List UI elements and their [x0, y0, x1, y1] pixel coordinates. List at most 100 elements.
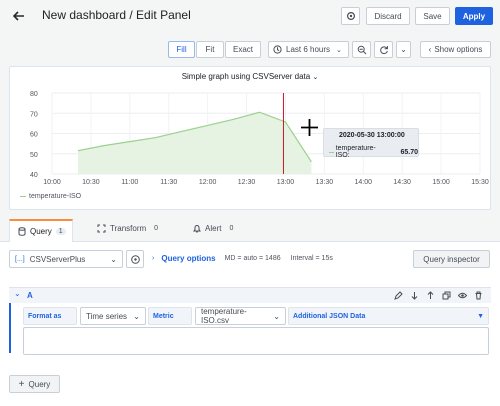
graph-tooltip: 2020-05-30 13:00:00 temperature-ISO: 65.…	[323, 128, 419, 159]
chevron-down-icon: ⌄	[133, 311, 140, 321]
chevron-right-icon: ›	[152, 255, 155, 262]
move-down-icon[interactable]	[410, 291, 419, 300]
metric-select[interactable]: temperature-ISO.csv ⌄	[195, 307, 286, 325]
chevron-down-icon: ⌄	[273, 311, 280, 321]
metric-label: Metric	[148, 307, 192, 325]
tab-alert[interactable]: Alert 0	[193, 224, 233, 233]
x-tick-label: 13:30	[316, 179, 334, 186]
metric-value: temperature-ISO.csv	[201, 307, 247, 325]
additional-json-label[interactable]: Additional JSON Data ▼	[288, 307, 489, 325]
tabs-bar	[0, 218, 500, 242]
chevron-down-icon: ⌄	[110, 254, 117, 264]
time-range-picker[interactable]: Last 6 hours ⌄	[268, 41, 349, 58]
plus-icon: +	[18, 378, 25, 390]
x-tick-label: 12:00	[199, 179, 217, 186]
save-button[interactable]: Save	[415, 7, 450, 25]
discard-button[interactable]: Discard	[366, 7, 410, 25]
query-row-header[interactable]: ⌄ A	[9, 287, 491, 303]
refresh-icon	[379, 45, 388, 54]
chevron-down-icon: ⌄	[336, 46, 342, 54]
query-ref-label: A	[27, 291, 33, 300]
x-tick-label: 15:30	[471, 179, 489, 186]
refresh-interval-dropdown[interactable]: ⌄	[396, 41, 411, 58]
tab-query[interactable]: Query 1	[9, 219, 73, 242]
zoom-out-button[interactable]	[352, 41, 371, 58]
clock-icon	[273, 45, 282, 54]
database-icon	[18, 227, 26, 236]
panel-title[interactable]: Simple graph using CSVServer data ⌄	[9, 72, 491, 81]
x-tick-label: 14:00	[355, 179, 373, 186]
legend-label: temperature-ISO	[29, 193, 82, 200]
format-as-select[interactable]: Time series ⌄	[80, 307, 146, 325]
json-data-textarea[interactable]	[23, 327, 489, 355]
tab-transform[interactable]: Transform 0	[97, 224, 158, 233]
exact-button[interactable]: Exact	[225, 41, 261, 58]
gear-icon	[346, 11, 355, 21]
caret-down-icon: ▼	[477, 312, 484, 320]
crosshair-cursor-icon	[300, 118, 319, 137]
query-row-actions	[394, 291, 483, 300]
fit-button[interactable]: Fit	[196, 41, 224, 58]
page-title: New dashboard / Edit Panel	[42, 8, 191, 22]
x-tick-label: 10:00	[43, 179, 61, 186]
show-options-label: Show options	[434, 45, 483, 54]
back-arrow-icon[interactable]	[12, 9, 26, 23]
chevron-down-icon: ⌄	[400, 45, 407, 54]
datasource-label: CSVServerPlus	[29, 254, 86, 264]
tab-count: 0	[154, 225, 159, 232]
refresh-button[interactable]	[374, 41, 393, 58]
query-row-indicator	[9, 303, 11, 353]
add-query-label: Query	[28, 379, 51, 389]
format-as-value: Time series	[86, 311, 128, 321]
apply-button[interactable]: Apply	[455, 7, 493, 25]
tooltip-series: temperature-ISO:	[335, 145, 376, 159]
series-area	[77, 112, 312, 174]
additional-json-text: Additional JSON Data	[293, 312, 366, 320]
show-options-button[interactable]: ‹ Show options	[420, 41, 491, 58]
tooltip-value: 65.70	[400, 148, 418, 156]
tooltip-swatch	[329, 151, 334, 153]
add-query-button[interactable]: + Query	[9, 375, 60, 393]
tooltip-time: 2020-05-30 13:00:00	[339, 132, 405, 139]
tab-label: Alert	[205, 224, 222, 233]
y-tick-label: 50	[30, 152, 38, 159]
query-options-label: Query options	[161, 254, 216, 263]
x-tick-label: 15:00	[432, 179, 450, 186]
x-tick-label: 13:00	[277, 179, 295, 186]
fill-button[interactable]: Fill	[168, 41, 195, 58]
x-tick-label: 12:30	[238, 179, 256, 186]
x-tick-label: 14:30	[393, 179, 411, 186]
chevron-down-icon: ⌄	[312, 74, 319, 81]
datasource-help-button[interactable]	[126, 250, 144, 268]
duplicate-icon[interactable]	[442, 291, 451, 300]
panel-title-text: Simple graph using CSVServer data	[181, 72, 311, 81]
datasource-icon: [...]	[15, 255, 25, 263]
trash-icon[interactable]	[474, 291, 483, 300]
edit-icon[interactable]	[394, 291, 403, 300]
y-tick-label: 80	[30, 91, 38, 98]
settings-button[interactable]	[341, 7, 360, 25]
bell-icon	[193, 225, 201, 233]
move-up-icon[interactable]	[426, 291, 435, 300]
tab-label: Transform	[110, 224, 147, 233]
query-options-toggle[interactable]: › Query options MD = auto = 1486 Interva…	[152, 254, 333, 263]
x-tick-label: 10:30	[82, 179, 100, 186]
help-icon	[130, 254, 140, 264]
chevron-left-icon: ‹	[428, 45, 432, 54]
chevron-down-icon: ⌄	[14, 289, 21, 298]
tooltip-series-row: temperature-ISO: 65.70	[329, 145, 418, 159]
x-tick-label: 11:00	[121, 179, 138, 186]
y-tick-label: 70	[30, 111, 38, 118]
legend-swatch	[20, 196, 26, 197]
datasource-select[interactable]: [...] CSVServerPlus ⌄	[9, 250, 123, 268]
zoom-out-icon	[357, 45, 366, 54]
query-inspector-button[interactable]: Query inspector	[413, 250, 490, 268]
tab-count: 1	[55, 228, 66, 235]
y-tick-label: 40	[30, 172, 38, 179]
y-tick-label: 60	[30, 132, 38, 139]
time-range-label: Last 6 hours	[286, 45, 331, 54]
tab-label: Query	[30, 227, 52, 236]
query-md: MD = auto = 1486	[224, 255, 281, 262]
legend[interactable]: temperature-ISO	[20, 193, 81, 200]
eye-icon[interactable]	[458, 291, 467, 300]
